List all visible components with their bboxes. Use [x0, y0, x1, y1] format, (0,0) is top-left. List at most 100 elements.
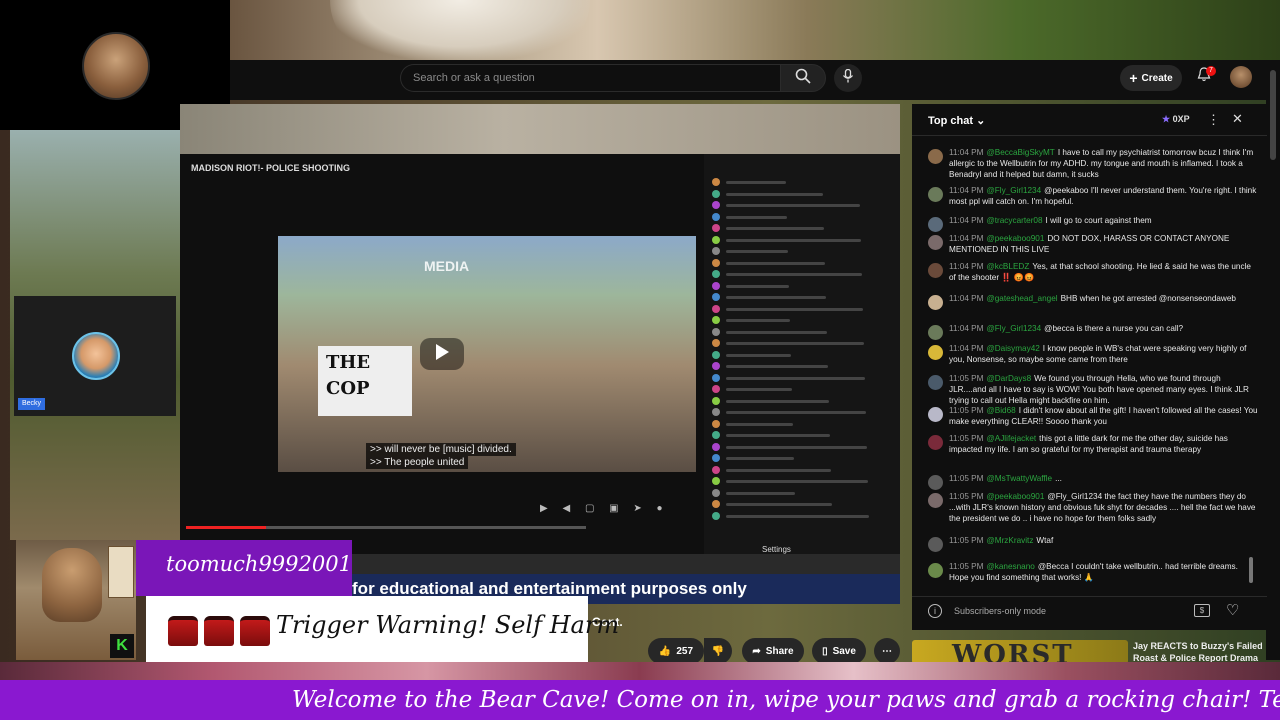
chat-username[interactable]: @kcBLEDZ: [986, 262, 1029, 271]
chat-avatar[interactable]: [928, 493, 943, 508]
embedded-chat-line: [726, 192, 823, 196]
recommended-thumbnail[interactable]: WORST: [912, 640, 1128, 664]
chat-username[interactable]: @gateshead_angel: [986, 294, 1057, 303]
thumbs-down-icon: 👎: [711, 645, 725, 657]
chat-timestamp: 11:04 PM: [949, 148, 984, 157]
search-input[interactable]: Search or ask a question: [400, 64, 780, 92]
info-icon[interactable]: i: [928, 604, 942, 618]
chat-avatar[interactable]: [928, 187, 943, 202]
embedded-chat-line: [726, 261, 825, 265]
share-button[interactable]: ➦ Share: [742, 638, 804, 664]
search-icon: [795, 68, 811, 89]
chat-avatar[interactable]: [928, 295, 943, 310]
chat-text: I will go to court against them: [1045, 216, 1152, 225]
embedded-player-controls[interactable]: ▶ ◀ ▢ ▣ ➤ ●: [540, 503, 669, 514]
bear-bonnet-lace: [330, 0, 590, 60]
close-icon[interactable]: ✕: [1232, 111, 1243, 127]
like-button[interactable]: 👍 257: [648, 638, 704, 664]
chat-message[interactable]: 11:05 PM @peekaboo901 @Fly_Girl1234 the fa…: [928, 492, 1258, 524]
star-icon: ★: [1162, 114, 1171, 124]
search-button[interactable]: [780, 64, 826, 92]
chat-message[interactable]: 11:04 PM @Fly_Girl1234 @peekaboo I'll neve…: [928, 186, 1258, 208]
chat-message[interactable]: 11:04 PM @Daisymay42 I know people in WB's…: [928, 344, 1258, 366]
chat-username[interactable]: @Fly_Girl1234: [986, 186, 1041, 195]
chat-text: @becca is there a nurse you can call?: [1044, 324, 1184, 333]
chat-username[interactable]: @peekaboo901: [986, 234, 1044, 243]
subtitle-line-1: >> will never be [music] divided.: [366, 443, 516, 456]
chat-avatar[interactable]: [928, 263, 943, 278]
trigger-warning-text: Trigger Warning! Self Harm: [276, 611, 620, 639]
chat-message[interactable]: 11:05 PM @MsTwattyWaffle...: [928, 474, 1258, 490]
chat-message[interactable]: 11:04 PM @gateshead_angel BHB when he got …: [928, 294, 1258, 310]
embedded-chat-avatar: [712, 442, 720, 451]
chat-timestamp: 11:04 PM: [949, 216, 984, 225]
chat-timestamp: 11:05 PM: [949, 474, 984, 483]
chat-avatar[interactable]: [928, 407, 943, 422]
chat-message[interactable]: 11:05 PM @AJlifejacket this got a little d…: [928, 434, 1258, 456]
embedded-chat-avatar: [712, 339, 720, 347]
chat-avatar[interactable]: [928, 475, 943, 490]
dislike-button[interactable]: 👎: [704, 638, 732, 664]
chat-username[interactable]: @peekaboo901: [986, 492, 1044, 501]
chat-text: Wtaf: [1036, 536, 1054, 545]
chat-username[interactable]: @kanesnano: [986, 562, 1034, 571]
chat-avatar[interactable]: [928, 345, 943, 360]
chat-username[interactable]: @BeccaBigSkyMT: [986, 148, 1054, 157]
chat-username[interactable]: @Daisymay42: [986, 344, 1039, 353]
embedded-chat-avatar: [712, 247, 720, 255]
page-scrollbar-thumb[interactable]: [1270, 70, 1276, 160]
chat-message[interactable]: 11:05 PM @DarDays8 We found you through He…: [928, 374, 1258, 406]
xp-badge[interactable]: ★ 0XP: [1162, 114, 1190, 125]
chat-message[interactable]: 11:05 PM @kanesnano @Becca I couldn't take…: [928, 562, 1258, 584]
play-icon: [434, 343, 450, 366]
chat-message[interactable]: 11:05 PM @MrzKravitz Wtaf: [928, 536, 1258, 552]
chat-timestamp: 11:04 PM: [949, 262, 984, 271]
chat-message[interactable]: 11:04 PM @tracycarter08 I will go to court…: [928, 216, 1258, 232]
chat-username[interactable]: @AJlifejacket: [986, 434, 1036, 443]
chat-timestamp: 11:05 PM: [949, 434, 984, 443]
chat-username[interactable]: @Fly_Girl1234: [986, 324, 1041, 333]
embedded-chat-avatar: [712, 281, 720, 290]
chat-message[interactable]: 11:04 PM @BeccaBigSkyMT I have to call my …: [928, 148, 1258, 180]
chat-username[interactable]: @tracycarter08: [986, 216, 1042, 225]
kick-logo-icon: K: [110, 634, 134, 658]
chat-message-body: 11:05 PM @kanesnano @Becca I couldn't take…: [949, 562, 1258, 584]
voice-search-button[interactable]: [834, 64, 862, 92]
chat-username[interactable]: @Bid68: [986, 406, 1015, 415]
chat-username[interactable]: @MrzKravitz: [986, 536, 1033, 545]
streamer-name: toomuch9992001: [166, 552, 352, 576]
heart-icon[interactable]: ♡: [1226, 601, 1239, 619]
chat-avatar[interactable]: [928, 149, 943, 164]
embedded-chat-line: [726, 422, 793, 426]
chat-message[interactable]: 11:04 PM @kcBLEDZ Yes, at that school shoo…: [928, 262, 1258, 284]
microphone-icon: [842, 68, 854, 88]
fez-icon: [204, 616, 234, 646]
embedded-chat-avatar: [712, 293, 720, 301]
chat-message[interactable]: 11:04 PM @Fly_Girl1234 @becca is there a n…: [928, 324, 1258, 340]
chat-avatar[interactable]: [928, 537, 943, 552]
user-avatar[interactable]: [1230, 66, 1252, 88]
chat-avatar[interactable]: [928, 235, 943, 250]
share-icon: ➦: [752, 645, 761, 657]
chat-scrollbar[interactable]: [1249, 557, 1253, 583]
super-chat-icon[interactable]: $: [1194, 604, 1210, 617]
create-button[interactable]: + Create: [1120, 65, 1182, 91]
chat-mode-dropdown[interactable]: Top chat ⌄: [928, 114, 985, 127]
embedded-chat-avatar: [712, 465, 720, 474]
recommended-title[interactable]: Jay REACTS to Buzzy's Failed Roast & Pol…: [1133, 640, 1263, 664]
more-options-icon[interactable]: ⋮: [1207, 112, 1220, 128]
chat-username[interactable]: @MsTwattyWaffle: [986, 474, 1052, 483]
chat-message[interactable]: 11:05 PM @Bid68 I didn't know about all th…: [928, 406, 1258, 428]
embedded-chat-avatar: [712, 350, 720, 359]
save-button[interactable]: ▯ Save: [812, 638, 866, 664]
chat-username[interactable]: @DarDays8: [986, 374, 1031, 383]
chat-avatar[interactable]: [928, 325, 943, 340]
chat-avatar[interactable]: [928, 563, 943, 578]
chat-avatar[interactable]: [928, 375, 943, 390]
play-button[interactable]: [420, 338, 464, 370]
more-actions-button[interactable]: ⋯: [874, 638, 900, 664]
chat-message-body: 11:04 PM @tracycarter08 I will go to court…: [949, 216, 1152, 232]
chat-avatar[interactable]: [928, 217, 943, 232]
chat-avatar[interactable]: [928, 435, 943, 450]
chat-message[interactable]: 11:04 PM @peekaboo901 DO NOT DOX, HARASS O…: [928, 234, 1258, 256]
